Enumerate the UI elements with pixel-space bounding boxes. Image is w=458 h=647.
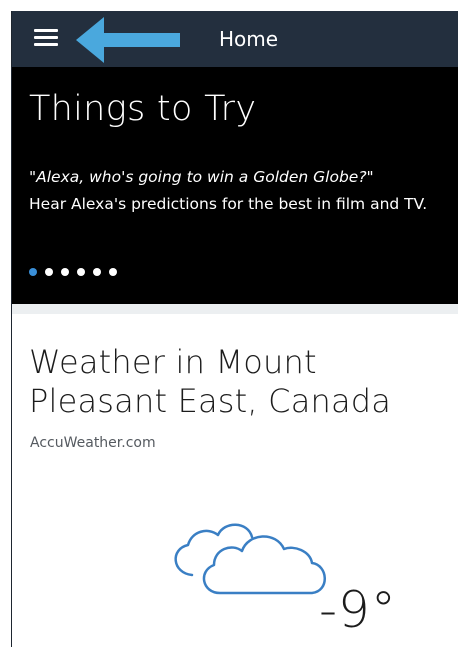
carousel-dot-3[interactable]	[61, 268, 69, 276]
page-title: Home	[218, 27, 279, 51]
carousel-dot-1[interactable]	[29, 268, 37, 276]
top-bar: Home	[12, 11, 458, 67]
current-temperature: -9°	[319, 581, 397, 639]
carousel-dot-2[interactable]	[45, 268, 53, 276]
carousel-dot-5[interactable]	[93, 268, 101, 276]
things-to-try-heading: Things to Try	[29, 89, 257, 129]
things-to-try-card[interactable]: Things to Try "Alexa, who's going to win…	[12, 67, 458, 304]
section-divider	[12, 304, 458, 314]
carousel-dot-6[interactable]	[109, 268, 117, 276]
things-to-try-description: Hear Alexa's predictions for the best in…	[29, 195, 428, 213]
app-screen: Home Things to Try "Alexa, who's going t…	[11, 11, 458, 647]
weather-source-link[interactable]: AccuWeather.com	[30, 435, 156, 451]
things-to-try-quote: "Alexa, who's going to win a Golden Glob…	[29, 168, 374, 186]
cloudy-icon	[174, 523, 326, 595]
carousel-indicator	[29, 268, 117, 278]
carousel-dot-4[interactable]	[77, 268, 85, 276]
hamburger-menu-icon[interactable]	[34, 28, 58, 48]
weather-card-title: Weather in Mount Pleasant East, Canada	[29, 343, 392, 420]
